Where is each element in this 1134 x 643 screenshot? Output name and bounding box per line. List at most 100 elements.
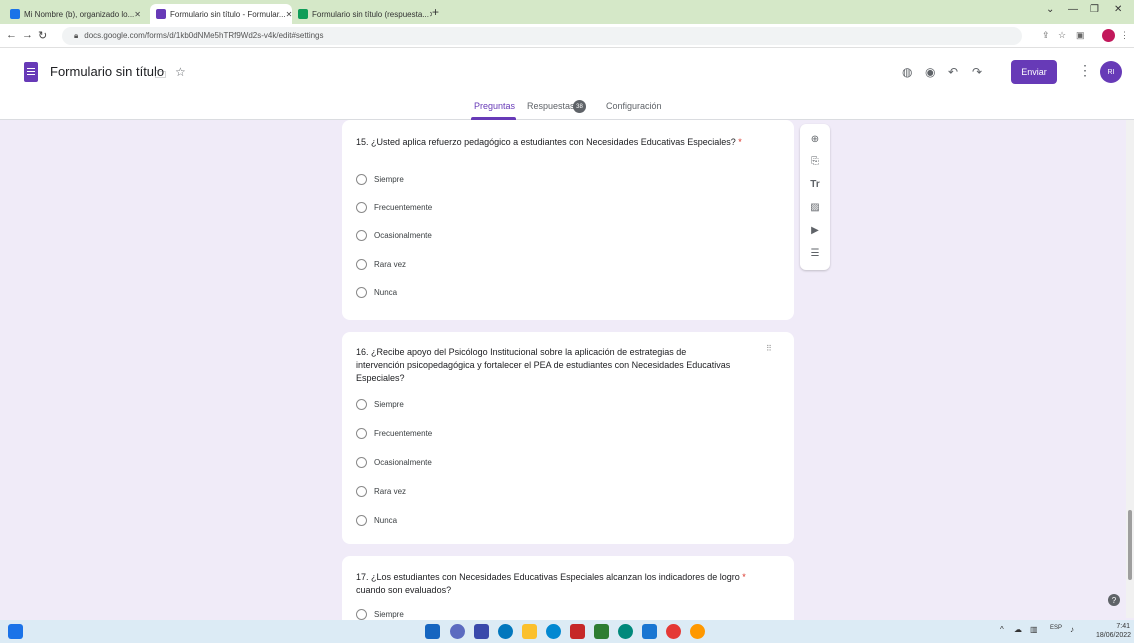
word-icon[interactable] xyxy=(642,624,657,639)
cloud-icon[interactable]: ☁ xyxy=(1014,625,1022,634)
add-section-icon[interactable]: ☰ xyxy=(809,248,821,260)
browser-tab-active[interactable]: Formulario sin título - Formular... ✕ xyxy=(150,4,292,24)
customize-theme-icon[interactable]: ◍ xyxy=(902,65,912,79)
radio-button[interactable] xyxy=(356,258,367,270)
radio-option[interactable]: Nunca xyxy=(356,286,397,298)
extensions-icon[interactable]: ▣ xyxy=(1076,30,1085,41)
add-video-icon[interactable]: ▶ xyxy=(809,225,821,237)
browser-profile-icon[interactable] xyxy=(1102,29,1115,42)
taskbar: ^ ☁ ▥ ESP ♪ 7:41 18/06/2022 xyxy=(0,620,1134,643)
form-tabs: Preguntas Respuestas 38 Configuración xyxy=(0,92,1134,120)
radio-option[interactable]: Nunca xyxy=(356,514,397,526)
app-icon[interactable] xyxy=(690,624,705,639)
tab-favicon-icon xyxy=(10,9,20,19)
tray-overflow-icon[interactable]: ^ xyxy=(1000,625,1004,634)
radio-option[interactable]: Ocasionalmente xyxy=(356,456,432,468)
help-icon[interactable]: ? xyxy=(1108,594,1120,606)
browser-tab[interactable]: Mi Nombre (b), organizado lo... ✕ xyxy=(4,4,146,24)
radio-option[interactable]: Ocasionalmente xyxy=(356,229,432,241)
avatar[interactable]: RI xyxy=(1100,61,1122,83)
radio-button[interactable] xyxy=(356,427,367,439)
maximize-icon[interactable]: ❐ xyxy=(1090,4,1099,15)
browser-menu-icon[interactable]: ⋮ xyxy=(1120,30,1129,41)
back-icon[interactable]: ← xyxy=(6,29,17,41)
edge-icon[interactable] xyxy=(546,624,561,639)
radio-option[interactable]: Siempre xyxy=(356,608,404,620)
undo-icon[interactable]: ↶ xyxy=(948,65,958,79)
radio-button[interactable] xyxy=(356,201,367,213)
chat-icon[interactable] xyxy=(498,624,513,639)
minimize-icon[interactable]: — xyxy=(1068,4,1078,15)
tab-questions[interactable]: Preguntas xyxy=(474,101,515,111)
browser-tab[interactable]: Formulario sin título (respuesta... ✕ xyxy=(292,4,432,24)
address-bar[interactable]: 🔒︎ docs.google.com/forms/d/1kb0dNMe5hTRf9… xyxy=(62,27,1022,45)
chrome-icon[interactable] xyxy=(666,624,681,639)
drag-handle-icon[interactable]: ⠿ xyxy=(766,344,772,353)
tab-search-icon[interactable]: ⌄ xyxy=(1046,4,1054,15)
radio-option[interactable]: Rara vez xyxy=(356,258,406,270)
option-label: Siempre xyxy=(374,174,404,184)
radio-button[interactable] xyxy=(356,286,367,298)
radio-button[interactable] xyxy=(356,608,367,620)
volume-icon[interactable]: ♪ xyxy=(1070,625,1074,634)
close-window-icon[interactable]: ✕ xyxy=(1114,4,1122,15)
radio-button[interactable] xyxy=(356,398,367,410)
tab-responses[interactable]: Respuestas xyxy=(527,101,575,111)
add-question-icon[interactable]: ⊕ xyxy=(809,134,821,146)
tab-settings[interactable]: Configuración xyxy=(606,101,662,111)
more-options-icon[interactable]: ⋮ xyxy=(1078,62,1092,79)
clock[interactable]: 7:41 18/06/2022 xyxy=(1096,622,1131,640)
app-icon[interactable] xyxy=(618,624,633,639)
forward-icon[interactable]: → xyxy=(22,29,33,41)
task-view-icon[interactable] xyxy=(474,624,489,639)
import-questions-icon[interactable]: ⎘ xyxy=(809,156,821,168)
excel-icon[interactable] xyxy=(594,624,609,639)
store-icon[interactable] xyxy=(570,624,585,639)
option-label: Siempre xyxy=(374,609,404,619)
widgets-icon[interactable] xyxy=(8,624,23,639)
radio-button[interactable] xyxy=(356,514,367,526)
radio-button[interactable] xyxy=(356,229,367,241)
radio-button[interactable] xyxy=(356,173,367,185)
tab-favicon-icon xyxy=(156,9,166,19)
radio-option[interactable]: Frecuentemente xyxy=(356,427,432,439)
share-icon[interactable]: ⇪ xyxy=(1042,30,1050,41)
tab-label: Mi Nombre (b), organizado lo... xyxy=(24,9,135,19)
scrollbar-thumb[interactable] xyxy=(1128,510,1132,580)
search-icon[interactable] xyxy=(450,624,465,639)
add-title-icon[interactable]: Tr xyxy=(809,179,821,191)
option-label: Frecuentemente xyxy=(374,428,433,438)
option-label: Siempre xyxy=(374,399,404,409)
preview-eye-icon[interactable]: ◉ xyxy=(925,65,935,79)
network-icon[interactable]: ▥ xyxy=(1030,625,1038,634)
browser-toolbar: ← → ↻ 🔒︎ docs.google.com/forms/d/1kb0dNMe… xyxy=(0,24,1134,48)
add-image-icon[interactable]: ▨ xyxy=(809,202,821,214)
form-title[interactable]: Formulario sin título xyxy=(50,64,164,79)
start-icon[interactable] xyxy=(425,624,440,639)
file-explorer-icon[interactable] xyxy=(522,624,537,639)
radio-option[interactable]: Frecuentemente xyxy=(356,201,432,213)
radio-button[interactable] xyxy=(356,485,367,497)
radio-option[interactable]: Rara vez xyxy=(356,485,406,497)
bookmark-star-icon[interactable]: ☆ xyxy=(1058,30,1066,41)
forms-logo-icon[interactable] xyxy=(24,62,38,82)
radio-button[interactable] xyxy=(356,456,367,468)
lock-icon: 🔒︎ xyxy=(74,31,79,40)
tab-label: Formulario sin título (respuesta... xyxy=(312,9,429,19)
reload-icon[interactable]: ↻ xyxy=(38,29,47,42)
question-card-17[interactable]: 17. ¿Los estudiantes con Necesidades Edu… xyxy=(342,556,794,620)
option-label: Rara vez xyxy=(374,259,407,269)
close-tab-icon[interactable]: ✕ xyxy=(134,10,141,19)
radio-option[interactable]: Siempre xyxy=(356,398,404,410)
new-tab-button[interactable]: + xyxy=(432,5,439,19)
redo-icon[interactable]: ↷ xyxy=(972,65,982,79)
question-card-16[interactable]: 16. ¿Recibe apoyo del Psicólogo Instituc… xyxy=(342,332,794,544)
send-button[interactable]: Enviar xyxy=(1011,60,1057,84)
star-icon[interactable]: ☆ xyxy=(175,65,186,79)
move-to-folder-icon[interactable]: 🗀︎ xyxy=(155,66,166,85)
radio-option[interactable]: Siempre xyxy=(356,173,404,185)
question-card-15[interactable]: 15. ¿Usted aplica refuerzo pedagógico a … xyxy=(342,120,794,320)
option-label: Nunca xyxy=(374,515,398,525)
tab-label: Formulario sin título - Formular... xyxy=(170,9,286,19)
language-indicator[interactable]: ESP xyxy=(1050,625,1062,631)
